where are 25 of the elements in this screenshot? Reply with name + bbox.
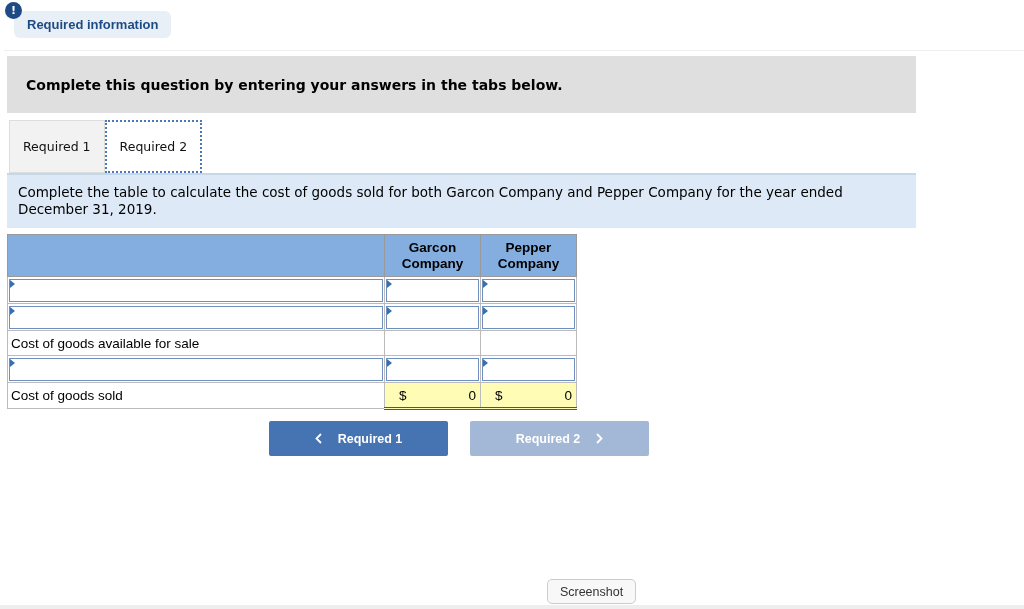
column-header: Pepper Company xyxy=(480,234,577,277)
instruction-text: Complete this question by entering your answers in the tabs below. xyxy=(26,76,563,93)
tab[interactable]: Required 2 xyxy=(104,120,203,173)
input-field[interactable] xyxy=(386,357,479,381)
question-text: Complete the table to calculate the cost of goods sold for both Garcon Company and Pepper Company for the year ended December 31, 2019. xyxy=(7,173,916,228)
previous-button[interactable]: Required 1 xyxy=(269,421,448,456)
input-field[interactable] xyxy=(482,357,575,381)
input-field[interactable] xyxy=(9,357,383,381)
total-cell: $ 0 xyxy=(384,382,481,409)
input-field[interactable] xyxy=(386,305,479,329)
input-field[interactable] xyxy=(482,305,575,329)
screenshot-tooltip: Screenshot xyxy=(547,579,636,604)
row-label: Cost of goods sold xyxy=(11,388,123,403)
input-field[interactable] xyxy=(9,278,383,302)
notice-label: Required information xyxy=(14,11,172,38)
input-field[interactable] xyxy=(386,278,479,302)
total-cell: $ 0 xyxy=(480,382,577,409)
input-field[interactable] xyxy=(9,305,383,329)
alert-icon: ! xyxy=(5,2,22,19)
column-header: Garcon Company xyxy=(384,234,481,277)
chevron-right-icon xyxy=(596,433,604,444)
input-field[interactable] xyxy=(482,278,575,302)
row-label: Cost of goods available for sale xyxy=(11,335,200,351)
chevron-left-icon xyxy=(314,433,322,444)
tab[interactable]: Required 1 xyxy=(9,120,105,173)
